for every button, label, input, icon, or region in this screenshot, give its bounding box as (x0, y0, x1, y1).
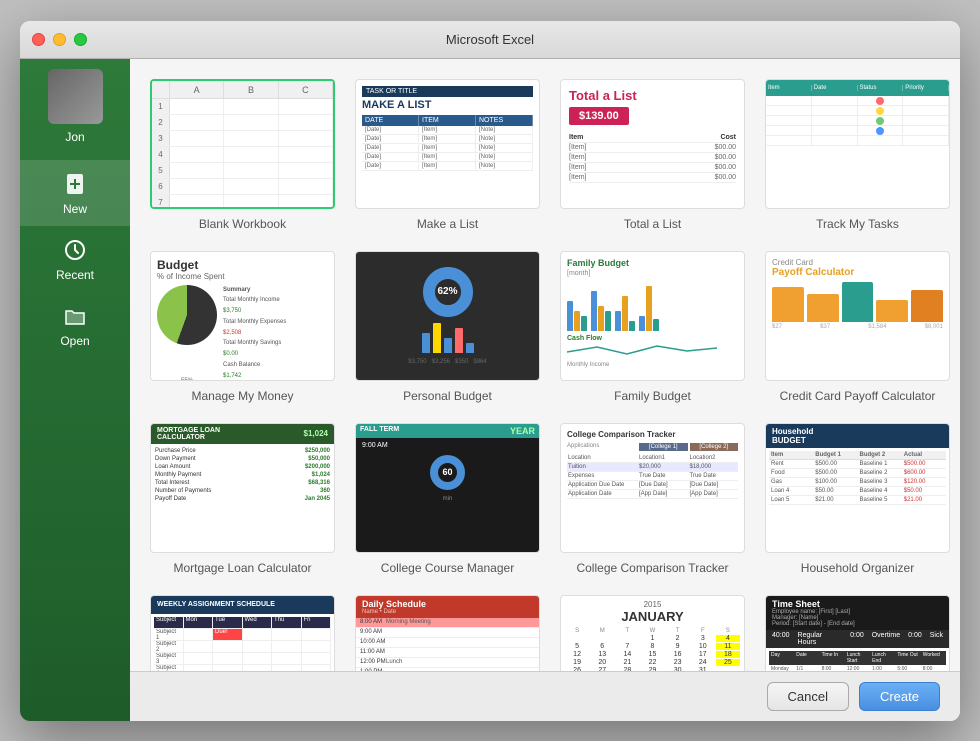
template-preview-family-budget[interactable]: Family Budget [month] (560, 251, 745, 381)
template-preview-daily-schedule[interactable]: Daily Schedule Name • Date 8:00 AMMornin… (355, 595, 540, 671)
template-preview-weekly-assignment[interactable]: WEEKLY ASSIGNMENT SCHEDULE Subject Mon T… (150, 595, 335, 671)
avatar (48, 69, 103, 124)
template-personal-budget[interactable]: 62% $3,750 $3,256 $350 $864 (355, 251, 540, 403)
sidebar-item-new-label: New (63, 202, 87, 216)
sidebar-item-recent[interactable]: Recent (20, 226, 130, 292)
new-icon (61, 170, 89, 198)
template-preview-mortgage-loan[interactable]: MORTGAGE LOAN CALCULATOR $1,024 Purchase… (150, 423, 335, 553)
template-label-personal-budget: Personal Budget (403, 389, 492, 403)
template-preview-household-organizer[interactable]: Household BUDGET Item Budget 1 Budget 2 … (765, 423, 950, 553)
template-make-a-list[interactable]: TASK OR TITLE MAKE A LIST DATE ITEM NOTE… (355, 79, 540, 231)
template-credit-card-payoff[interactable]: Credit Card Payoff Calculator $27$37$1,5 (765, 251, 950, 403)
template-blank-workbook[interactable]: A B C 1 2 3 4 5 6 7 B (150, 79, 335, 231)
template-preview-track-my-tasks[interactable]: Item Date Status Priority (765, 79, 950, 209)
template-total-a-list[interactable]: Total a List $139.00 Item Cost [Item]$00… (560, 79, 745, 231)
template-12-month-calendar[interactable]: 2015 JANUARY S M T W T F S (560, 595, 745, 671)
maximize-button[interactable] (74, 33, 87, 46)
template-college-course[interactable]: FALL TERM YEAR 9:00 AM 60 min College Co… (355, 423, 540, 575)
template-label-make-a-list: Make a List (417, 217, 478, 231)
footer: Cancel Create (130, 671, 960, 721)
template-preview-blank-workbook[interactable]: A B C 1 2 3 4 5 6 7 (150, 79, 335, 209)
template-preview-manage-my-money[interactable]: Budget % of Income Spent 55% Summary Tot… (150, 251, 335, 381)
template-weekly-assignment[interactable]: WEEKLY ASSIGNMENT SCHEDULE Subject Mon T… (150, 595, 335, 671)
content-area: A B C 1 2 3 4 5 6 7 B (130, 59, 960, 721)
excel-window: Microsoft Excel Jon New (20, 21, 960, 721)
template-preview-12-month-calendar[interactable]: 2015 JANUARY S M T W T F S (560, 595, 745, 671)
template-label-track-my-tasks: Track My Tasks (816, 217, 899, 231)
template-label-household-organizer: Household Organizer (801, 561, 914, 575)
template-label-mortgage-loan: Mortgage Loan Calculator (173, 561, 311, 575)
template-preview-college-course[interactable]: FALL TERM YEAR 9:00 AM 60 min (355, 423, 540, 553)
template-label-college-course: College Course Manager (381, 561, 514, 575)
close-button[interactable] (32, 33, 45, 46)
sidebar-item-recent-label: Recent (56, 268, 94, 282)
window-title: Microsoft Excel (446, 32, 534, 47)
template-label-total-a-list: Total a List (624, 217, 681, 231)
template-track-my-tasks[interactable]: Item Date Status Priority Tr (765, 79, 950, 231)
template-preview-credit-card-payoff[interactable]: Credit Card Payoff Calculator $27$37$1,5 (765, 251, 950, 381)
sidebar-username: Jon (65, 130, 84, 144)
template-preview-college-comparison[interactable]: College Comparison Tracker Applications … (560, 423, 745, 553)
template-time-sheet[interactable]: Time Sheet Employee name: [First] [Last]… (765, 595, 950, 671)
template-label-credit-card-payoff: Credit Card Payoff Calculator (780, 389, 936, 403)
templates-grid: A B C 1 2 3 4 5 6 7 B (130, 59, 960, 671)
minimize-button[interactable] (53, 33, 66, 46)
template-family-budget[interactable]: Family Budget [month] (560, 251, 745, 403)
titlebar: Microsoft Excel (20, 21, 960, 59)
sidebar: Jon New Recent (20, 59, 130, 721)
template-daily-schedule[interactable]: Daily Schedule Name • Date 8:00 AMMornin… (355, 595, 540, 671)
template-household-organizer[interactable]: Household BUDGET Item Budget 1 Budget 2 … (765, 423, 950, 575)
template-preview-total-a-list[interactable]: Total a List $139.00 Item Cost [Item]$00… (560, 79, 745, 209)
sidebar-item-open[interactable]: Open (20, 292, 130, 358)
cancel-button[interactable]: Cancel (767, 682, 849, 711)
template-label-manage-my-money: Manage My Money (191, 389, 293, 403)
template-college-comparison[interactable]: College Comparison Tracker Applications … (560, 423, 745, 575)
template-mortgage-loan[interactable]: MORTGAGE LOAN CALCULATOR $1,024 Purchase… (150, 423, 335, 575)
sidebar-item-open-label: Open (60, 334, 89, 348)
template-manage-my-money[interactable]: Budget % of Income Spent 55% Summary Tot… (150, 251, 335, 403)
create-button[interactable]: Create (859, 682, 940, 711)
template-label-family-budget: Family Budget (614, 389, 691, 403)
open-icon (61, 302, 89, 330)
template-label-college-comparison: College Comparison Tracker (576, 561, 728, 575)
template-preview-make-a-list[interactable]: TASK OR TITLE MAKE A LIST DATE ITEM NOTE… (355, 79, 540, 209)
template-label-blank-workbook: Blank Workbook (199, 217, 286, 231)
avatar-image (48, 69, 103, 124)
main-content: Jon New Recent (20, 59, 960, 721)
traffic-lights (32, 33, 87, 46)
template-preview-time-sheet[interactable]: Time Sheet Employee name: [First] [Last]… (765, 595, 950, 671)
recent-icon (61, 236, 89, 264)
sidebar-item-new[interactable]: New (20, 160, 130, 226)
template-preview-personal-budget[interactable]: 62% $3,750 $3,256 $350 $864 (355, 251, 540, 381)
